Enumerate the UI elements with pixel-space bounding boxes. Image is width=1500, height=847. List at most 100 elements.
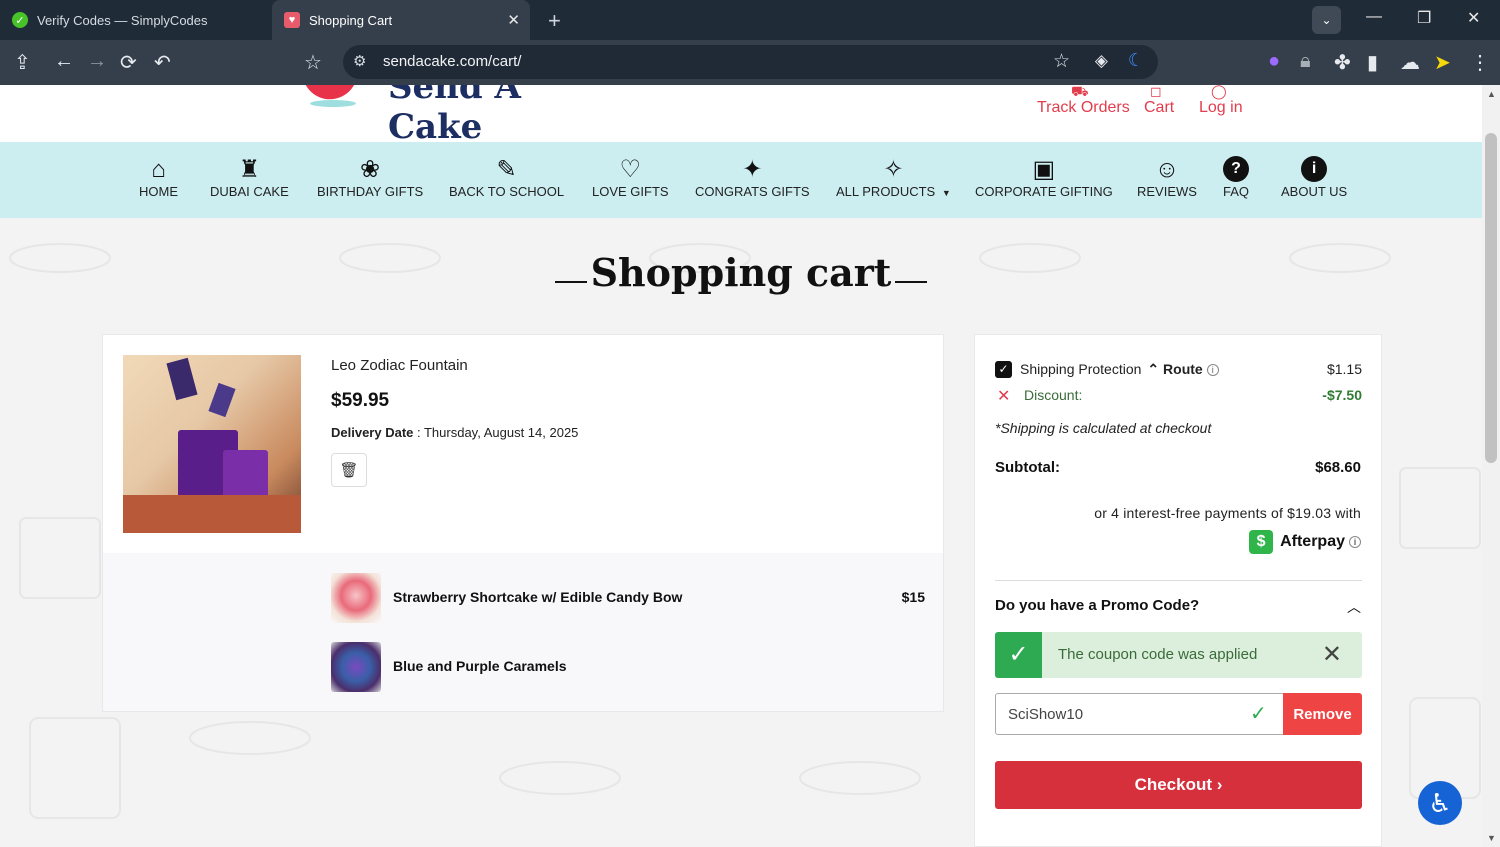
addon-name: Strawberry Shortcake w/ Edible Candy Bow: [393, 589, 683, 605]
coupon-success-message: ✓ The coupon code was applied ✕: [995, 632, 1362, 678]
login-link[interactable]: ◯ Log in: [1199, 85, 1243, 117]
accessibility-icon[interactable]: ♿︎: [1418, 781, 1462, 825]
upload-icon[interactable]: ⇪: [14, 50, 31, 75]
addon-price: $15: [901, 589, 925, 605]
champagne-icon: ✦: [742, 156, 763, 183]
nav-congrats-gifts[interactable]: ✦ CONGRATS GIFTS: [695, 156, 810, 199]
tab-simplycodes[interactable]: ✓ Verify Codes — SimplyCodes: [0, 0, 272, 40]
remove-discount-icon[interactable]: ✕: [997, 386, 1010, 406]
shipping-note: *Shipping is calculated at checkout: [995, 420, 1212, 436]
promo-code-input[interactable]: [995, 693, 1284, 735]
subtotal-label: Subtotal:: [995, 459, 1060, 476]
undo-icon[interactable]: ↶: [154, 50, 171, 75]
nav-faq[interactable]: ? FAQ: [1223, 156, 1249, 199]
nav-back-to-school[interactable]: ✎ BACK TO SCHOOL: [449, 156, 564, 199]
title-right-rule: [895, 280, 928, 283]
addons-section: Strawberry Shortcake w/ Edible Candy Bow…: [103, 553, 943, 711]
afterpay-badge: $ Afterpay i: [1249, 530, 1361, 554]
nav-dubai-cake[interactable]: ♜ DUBAI CAKE: [210, 156, 289, 199]
addon-image-blue-purple-caramels[interactable]: [331, 642, 381, 692]
star-icon[interactable]: ☆: [1053, 50, 1070, 73]
nav-label: ABOUT US: [1281, 184, 1348, 199]
scroll-up-icon[interactable]: ▲: [1487, 89, 1496, 99]
smiley-stars-icon: ☺: [1154, 156, 1180, 183]
cart-link[interactable]: ◻ Cart: [1144, 85, 1175, 117]
afterpay-logo-icon: $: [1249, 530, 1274, 554]
afterpay-info-icon[interactable]: i: [1349, 536, 1361, 548]
close-tab-icon[interactable]: ✕: [507, 11, 520, 29]
remove-promo-button[interactable]: Remove: [1283, 693, 1362, 735]
trash-icon: 🗑︎: [339, 462, 359, 479]
logo-plate-icon: [310, 100, 356, 107]
code-valid-check-icon: ✓: [1250, 703, 1267, 725]
track-orders-link[interactable]: ⛟ Track Orders: [1037, 85, 1130, 117]
extension-arrow-icon[interactable]: ➤: [1434, 50, 1451, 75]
browser-tab-bar: ✓ Verify Codes — SimplyCodes ♥ Shopping …: [0, 0, 1500, 40]
reload-icon[interactable]: ⟳: [120, 50, 137, 75]
nav-label: HOME: [139, 184, 178, 199]
puzzle-extensions-icon[interactable]: ✤: [1334, 50, 1351, 75]
sendacake-logo[interactable]: • • • Send A Cake: [260, 85, 600, 147]
main-nav: ⌂ HOME ♜ DUBAI CAKE ❀ BIRTHDAY GIFTS ✎ B…: [0, 142, 1482, 218]
nav-reviews[interactable]: ☺ REVIEWS: [1137, 156, 1197, 199]
minimize-icon[interactable]: —: [1366, 8, 1382, 26]
addon-image-strawberry-shortcake[interactable]: [331, 573, 381, 623]
product-name[interactable]: Leo Zodiac Fountain: [331, 357, 468, 374]
discount-value: -$7.50: [1322, 387, 1362, 403]
lock-extension-icon[interactable]: 🔒︎: [1300, 50, 1311, 73]
delivery-date-value: : Thursday, August 14, 2025: [413, 425, 579, 440]
info-icon[interactable]: i: [1206, 364, 1219, 377]
page-viewport: • • • Send A Cake ⛟ Track Orders ◻ Cart …: [0, 85, 1482, 847]
chevron-right-icon: ›: [1216, 775, 1223, 794]
bookmark-star-icon[interactable]: ☆: [304, 50, 322, 75]
remove-item-button[interactable]: 🗑︎: [331, 453, 367, 487]
nav-birthday-gifts[interactable]: ❀ BIRTHDAY GIFTS: [317, 156, 423, 199]
cart-label: Cart: [1144, 99, 1175, 116]
site-settings-icon[interactable]: ⚙: [353, 52, 366, 70]
new-tab-icon[interactable]: +: [548, 8, 561, 34]
sidebar-icon[interactable]: ▮: [1367, 50, 1378, 75]
checkout-button[interactable]: Checkout ›: [995, 761, 1362, 809]
tab-shopping-cart[interactable]: ♥ Shopping Cart ✕: [272, 0, 530, 40]
nav-love-gifts[interactable]: ♡ LOVE GIFTS: [592, 156, 669, 199]
promo-code-toggle[interactable]: Do you have a Promo Code?: [995, 597, 1199, 614]
nav-all-products[interactable]: ✧ ALL PRODUCTS ▼: [836, 156, 951, 199]
nav-label: FAQ: [1223, 184, 1250, 199]
extension-purple-icon[interactable]: ●: [1268, 50, 1280, 73]
forward-icon[interactable]: →: [87, 50, 107, 73]
home-icon: ⌂: [151, 156, 166, 183]
back-icon[interactable]: ←: [54, 50, 74, 73]
nav-home[interactable]: ⌂ HOME: [139, 156, 178, 199]
order-summary: ✓ Shipping Protection ⌃ Route i $1.15 ✕ Di…: [974, 334, 1382, 847]
tab-title: Verify Codes — SimplyCodes: [37, 12, 208, 28]
simplycodes-favicon-icon: ✓: [12, 12, 28, 28]
chevron-up-icon[interactable]: ︿: [1347, 597, 1361, 617]
close-window-icon[interactable]: ✕: [1467, 8, 1480, 28]
cloud-upload-icon[interactable]: ☁: [1400, 50, 1420, 75]
dark-mode-moon-icon[interactable]: ☾: [1128, 50, 1144, 71]
sendacake-favicon-icon: ♥: [284, 12, 300, 28]
shipping-protection-value: $1.15: [1326, 361, 1362, 377]
product-image-leo-zodiac-fountain[interactable]: [123, 355, 301, 533]
tab-search-chevron-down-icon[interactable]: ⌄: [1312, 6, 1341, 34]
shipping-protection-checkbox[interactable]: ✓: [995, 361, 1012, 378]
page-title: Shopping cart: [0, 250, 1482, 295]
menu-dots-icon[interactable]: ⋮: [1470, 50, 1490, 75]
scroll-down-icon[interactable]: ▼: [1487, 833, 1496, 843]
scrollbar-thumb[interactable]: [1485, 133, 1497, 463]
tab-title: Shopping Cart: [309, 12, 393, 28]
zodiac-card-decor: [166, 357, 198, 401]
close-message-icon[interactable]: ✕: [1322, 640, 1342, 669]
nav-about-us[interactable]: i ABOUT US: [1281, 156, 1347, 199]
afterpay-brand: Afterpay: [1280, 533, 1345, 550]
nav-label: BACK TO SCHOOL: [449, 184, 565, 199]
page-scrollbar[interactable]: ▲ ▼: [1482, 85, 1500, 847]
address-bar[interactable]: ⚙ sendacake.com/cart/ ☆ ◈ ☾: [343, 45, 1158, 79]
restore-icon[interactable]: ❐: [1417, 8, 1431, 28]
extension-layers-icon[interactable]: ◈: [1095, 51, 1108, 71]
coupon-message-text: The coupon code was applied: [1058, 646, 1258, 663]
url-text[interactable]: sendacake.com/cart/: [383, 53, 521, 70]
nav-corporate-gifting[interactable]: ▣ CORPORATE GIFTING: [975, 156, 1113, 199]
logo-sprinkles-icon: • • •: [260, 85, 293, 89]
browser-toolbar: ⇪ ← → ⟳ ↶ ☆ ⚙ sendacake.com/cart/ ☆ ◈ ☾ …: [0, 40, 1500, 85]
